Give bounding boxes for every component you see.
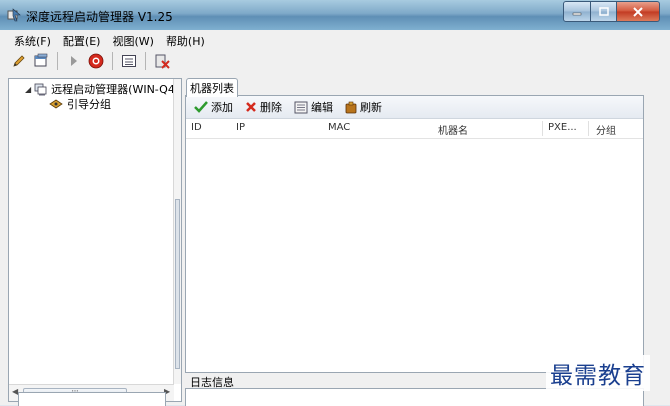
add-button[interactable]: 添加 <box>194 99 233 115</box>
close-icon <box>633 6 643 17</box>
collapse-arrow-icon[interactable]: ◢ <box>25 85 31 94</box>
toolbar-separator <box>57 52 58 70</box>
column-machine-name[interactable]: 机器名 <box>438 122 468 137</box>
window-title: 深度远程启动管理器 V1.25 <box>26 10 173 24</box>
grid-icon <box>122 55 136 67</box>
pencil-icon <box>13 55 25 67</box>
tree-vertical-scrollbar[interactable] <box>173 79 181 384</box>
start-button[interactable] <box>63 50 85 72</box>
machine-toolbar: 添加 删除 编辑 刷新 <box>186 96 643 119</box>
tree-child-label: 引导分组 <box>67 98 111 111</box>
column-divider <box>542 121 543 136</box>
maximize-button[interactable] <box>591 1 617 22</box>
stop-icon <box>88 53 104 69</box>
minimize-icon <box>572 12 582 15</box>
refresh-label: 刷新 <box>360 101 382 114</box>
column-id[interactable]: ID <box>191 122 202 133</box>
column-divider <box>588 121 589 136</box>
delete-button[interactable]: 删除 <box>245 99 282 115</box>
machine-list-panel: 添加 删除 编辑 刷新 ID IP MAC 机器名 PXE... 分组 <box>185 95 644 373</box>
main-frame: 系统(F) 配置(E) 视图(W) 帮助(H) ◢ 远程启动管理器(WIN-Q4… <box>0 30 670 406</box>
exit-icon <box>155 54 170 69</box>
toolbar-separator <box>112 52 113 70</box>
computer-icon <box>34 83 47 96</box>
tree-vscroll-thumb[interactable] <box>175 199 180 369</box>
title-bar[interactable]: 深度远程启动管理器 V1.25 <box>0 0 670 30</box>
toolbar-separator <box>145 52 146 70</box>
table-header: ID IP MAC 机器名 PXE... 分组 <box>186 119 643 139</box>
app-icon <box>7 8 21 22</box>
grid-tool-button[interactable] <box>118 50 140 72</box>
edit-label: 编辑 <box>311 101 333 114</box>
checkmark-icon <box>194 101 208 113</box>
edit-button[interactable]: 编辑 <box>294 99 333 115</box>
column-group[interactable]: 分组 <box>596 122 616 137</box>
menu-bar: 系统(F) 配置(E) 视图(W) 帮助(H) <box>8 30 211 48</box>
tree-node-root[interactable]: ◢ 远程启动管理器(WIN-Q4L <box>25 81 181 97</box>
watermark-logo: 最需教育 <box>546 355 650 391</box>
delete-x-icon <box>246 102 256 112</box>
column-mac[interactable]: MAC <box>328 122 350 133</box>
lower-left-panel <box>18 392 166 406</box>
main-toolbar <box>8 48 660 74</box>
minimize-button[interactable] <box>563 1 591 22</box>
menu-view[interactable]: 视图(W) <box>106 30 159 48</box>
edit-tool-button[interactable] <box>8 50 30 72</box>
menu-help[interactable]: 帮助(H) <box>160 30 211 48</box>
close-button[interactable] <box>617 1 660 22</box>
column-ip[interactable]: IP <box>236 122 245 133</box>
column-pxe[interactable]: PXE... <box>548 122 577 133</box>
menu-system[interactable]: 系统(F) <box>8 30 57 48</box>
stop-button[interactable] <box>85 50 107 72</box>
add-label: 添加 <box>211 101 233 114</box>
tree-panel[interactable]: ◢ 远程启动管理器(WIN-Q4L 引导分组 ◀ ⁞⁞⁞ ▶ <box>8 78 182 402</box>
refresh-icon <box>345 101 357 113</box>
menu-config[interactable]: 配置(E) <box>57 30 107 48</box>
delete-label: 删除 <box>260 101 282 114</box>
tree-root-label: 远程启动管理器(WIN-Q4L <box>51 83 181 96</box>
maximize-icon <box>598 7 609 16</box>
window-controls <box>563 1 660 22</box>
refresh-button[interactable]: 刷新 <box>345 99 382 115</box>
edit-grid-icon <box>294 101 308 113</box>
arrow-right-icon <box>71 56 77 66</box>
exit-button[interactable] <box>151 50 173 72</box>
tree-node-boot-group[interactable]: 引导分组 <box>49 96 111 112</box>
group-icon <box>49 99 63 109</box>
tab-machine-list[interactable]: 机器列表 <box>186 78 238 97</box>
window-tool-button[interactable] <box>30 50 52 72</box>
window-icon <box>34 53 48 67</box>
